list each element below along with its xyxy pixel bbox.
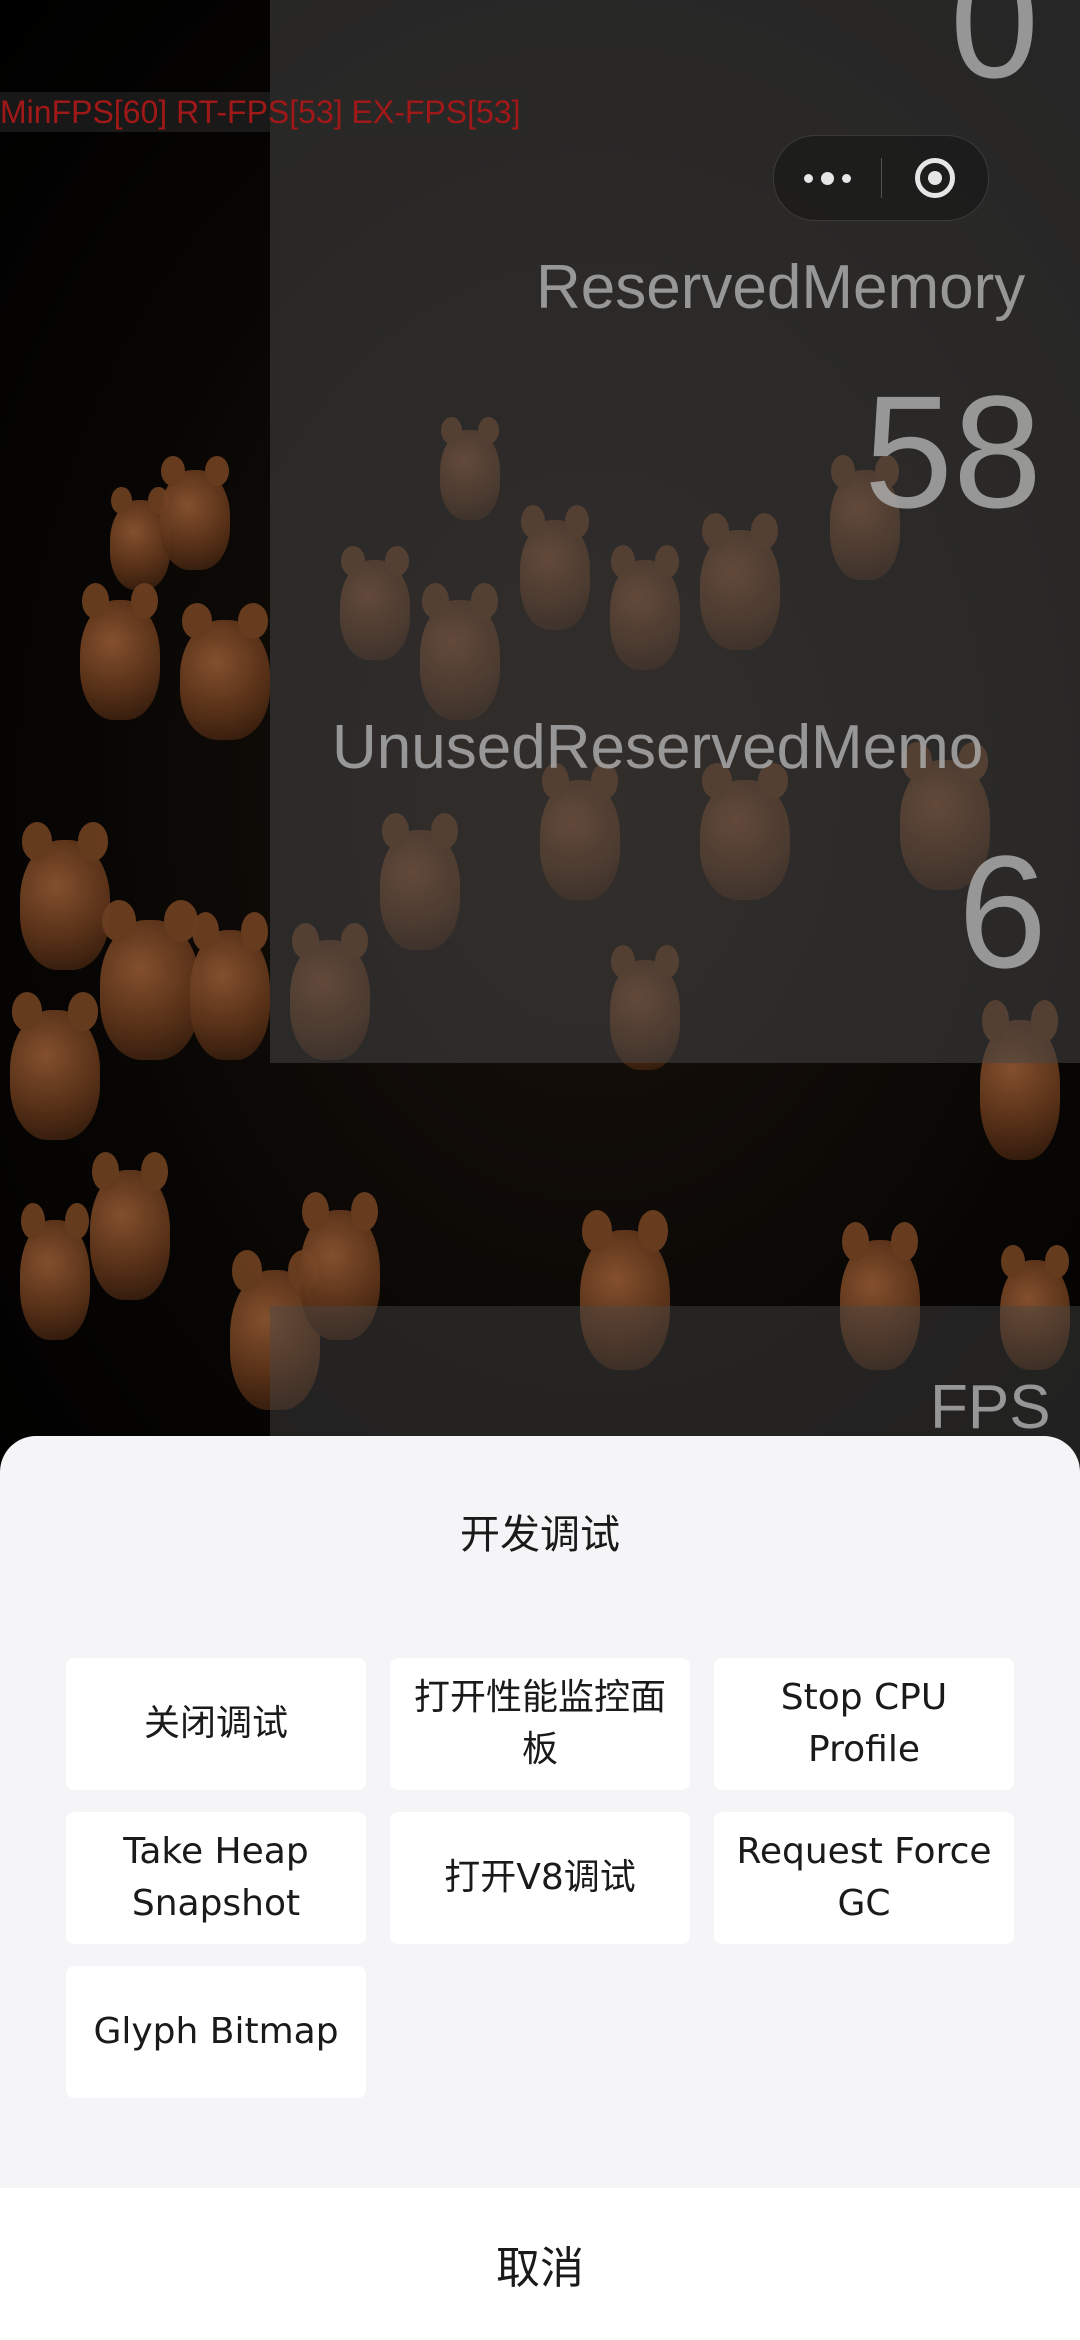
mini-program-capsule <box>773 135 989 221</box>
open-v8-debug-button[interactable]: 打开V8调试 <box>390 1812 690 1944</box>
target-icon <box>914 158 955 198</box>
close-debug-button[interactable]: 关闭调试 <box>66 1658 366 1790</box>
bear-figure <box>180 603 270 740</box>
more-dots-icon <box>803 171 851 185</box>
reserved-memory-label: ReservedMemory <box>536 253 1026 322</box>
bear-figure <box>100 900 200 1060</box>
reserved-memory-value: 58 <box>864 362 1042 541</box>
bear-figure <box>20 821 110 970</box>
glyph-bitmap-button[interactable]: Glyph Bitmap <box>66 1966 366 2098</box>
request-force-gc-button[interactable]: Request Force GC <box>714 1812 1014 1944</box>
top-stat-value: 0 <box>950 0 1039 111</box>
close-miniprogram-button[interactable] <box>882 136 989 220</box>
action-grid: 关闭调试 打开性能监控面板 Stop CPU Profile Take Heap… <box>66 1658 1014 2098</box>
open-performance-panel-button[interactable]: 打开性能监控面板 <box>390 1658 690 1790</box>
bear-figure <box>190 911 270 1060</box>
bear-figure <box>80 583 160 720</box>
bear-figure <box>20 1203 90 1340</box>
unused-reserved-memory-label: UnusedReservedMemo <box>332 713 984 782</box>
fps-readout: MinFPS[60] RT-FPS[53] EX-FPS[53] <box>0 92 527 132</box>
bear-figure <box>160 456 230 570</box>
game-screen: 0 ReservedMemory 58 UnusedReservedMemo 6… <box>0 0 1080 2340</box>
debug-action-sheet: 开发调试 关闭调试 打开性能监控面板 Stop CPU Profile Take… <box>0 1436 1080 2340</box>
cancel-button[interactable]: 取消 <box>0 2188 1080 2340</box>
stop-cpu-profile-button[interactable]: Stop CPU Profile <box>714 1658 1014 1790</box>
bear-figure <box>90 1151 170 1300</box>
unused-reserved-memory-value: 6 <box>958 822 1047 1001</box>
take-heap-snapshot-button[interactable]: Take Heap Snapshot <box>66 1812 366 1944</box>
fps-label: FPS <box>930 1373 1051 1442</box>
bear-figure <box>10 991 100 1140</box>
more-button[interactable] <box>774 136 881 220</box>
sheet-title: 开发调试 <box>460 1512 620 1558</box>
